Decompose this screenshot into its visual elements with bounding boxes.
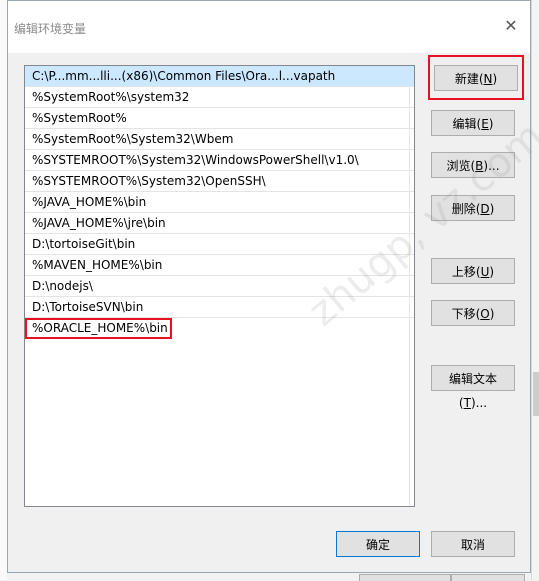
list-item[interactable]: %SystemRoot% (25, 108, 414, 129)
background-window-bottom-edge (7, 573, 531, 581)
list-item[interactable]: D:\nodejs\ (25, 276, 414, 297)
dialog-titlebar: 编辑环境变量 ✕ (8, 1, 530, 53)
cancel-button[interactable]: 取消 (431, 531, 515, 557)
path-list[interactable]: C:\P...mm...lli...(x86)\Common Files\Ora… (24, 65, 415, 507)
list-item[interactable]: %MAVEN_HOME%\bin (25, 255, 414, 276)
background-window-left-edge (0, 0, 7, 580)
list-item[interactable]: %SystemRoot%\System32\Wbem (25, 129, 414, 150)
list-item[interactable]: D:\tortoiseGit\bin (25, 234, 414, 255)
background-scrollbar-thumb[interactable] (533, 372, 539, 416)
list-item[interactable]: %JAVA_HOME%\bin (25, 192, 414, 213)
ok-button[interactable]: 确定 (336, 531, 420, 557)
list-item[interactable]: %JAVA_HOME%\jre\bin (25, 213, 414, 234)
close-icon[interactable]: ✕ (500, 15, 522, 37)
browse-button[interactable]: 浏览(B)... (431, 152, 515, 178)
move-up-button[interactable]: 上移(U) (431, 258, 515, 284)
list-item[interactable]: D:\TortoiseSVN\bin (25, 297, 414, 318)
edit-text-button[interactable]: 编辑文本(T)... (431, 365, 515, 410)
list-item[interactable]: %SystemRoot%\system32 (25, 87, 414, 108)
list-item[interactable]: %SYSTEMROOT%\System32\OpenSSH\ (25, 171, 414, 192)
list-item[interactable]: %SYSTEMROOT%\System32\WindowsPowerShell\… (25, 150, 414, 171)
move-down-button[interactable]: 下移(O) (431, 300, 515, 326)
list-item[interactable]: C:\P...mm...lli...(x86)\Common Files\Ora… (25, 66, 414, 87)
dialog-title: 编辑环境变量 (14, 22, 87, 36)
edit-button[interactable]: 编辑(E) (431, 110, 515, 136)
edit-environment-variable-dialog: 编辑环境变量 ✕ C:\P...mm...lli...(x86)\Common … (7, 0, 531, 573)
list-item-new-entry[interactable]: %ORACLE_HOME%\bin (25, 318, 172, 339)
delete-button[interactable]: 删除(D) (431, 195, 515, 221)
new-button[interactable]: 新建(N) (434, 65, 518, 91)
background-scrollbar[interactable] (531, 0, 539, 580)
